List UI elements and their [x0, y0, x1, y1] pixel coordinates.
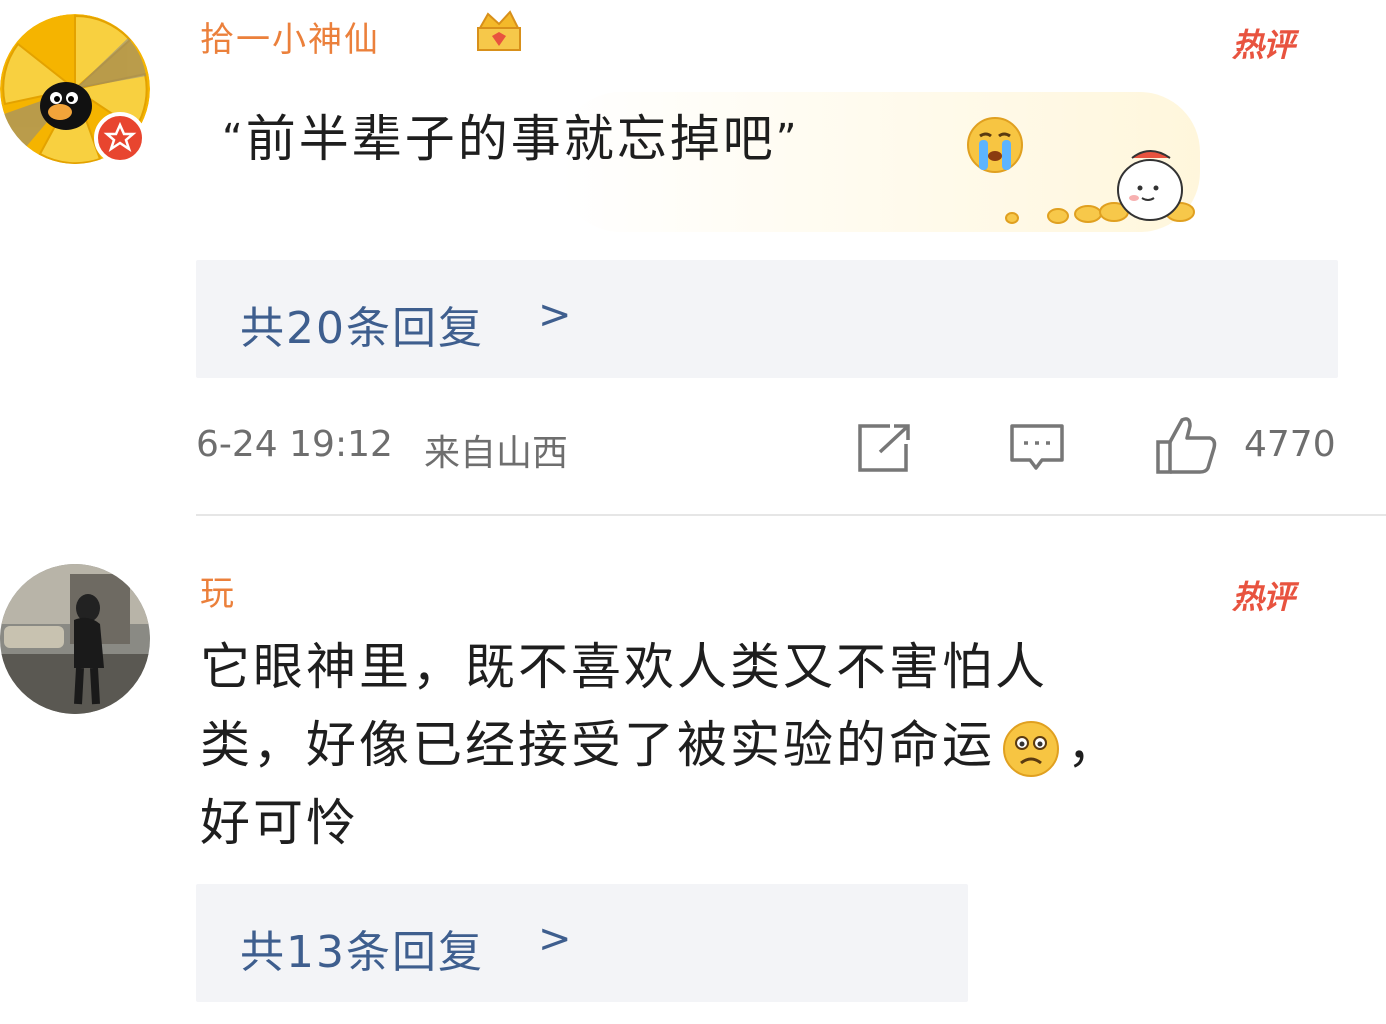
like-count: 4770: [1244, 424, 1336, 465]
comment-line-1: 它眼神里，既不喜欢人类又不害怕人: [200, 638, 1048, 696]
replies-link[interactable]: 共20条回复: [240, 292, 484, 356]
comment-body: 前半辈子的事就忘掉吧: [245, 110, 776, 168]
chevron-right-icon: >: [538, 292, 574, 338]
close-quote: ”: [775, 116, 800, 162]
avatar-image: [0, 564, 150, 714]
replies-link[interactable]: 共13条回复: [240, 916, 484, 980]
comment-divider: [196, 514, 1386, 516]
hot-comment-badge: 热评: [1232, 578, 1295, 616]
comment-text: 它眼神里，既不喜欢人类又不害怕人 类，好像已经接受了被实验的命运 ， 好可怜: [200, 628, 1120, 862]
sad-face-icon: [1001, 719, 1061, 779]
replies-box[interactable]: 共13条回复 >: [196, 884, 968, 1002]
comment-line-2-tail: ，: [1067, 716, 1120, 774]
user-avatar[interactable]: [0, 564, 150, 714]
like-thumbs-up-icon[interactable]: [1154, 414, 1220, 476]
verified-badge-icon: [94, 112, 146, 164]
open-quote: “: [222, 116, 246, 162]
crown-icon: [470, 6, 528, 58]
comment-line-2: 类，好像已经接受了被实验的命运 ，: [200, 706, 1120, 784]
share-icon[interactable]: [856, 422, 914, 474]
hot-comment-badge: 热评: [1232, 26, 1295, 64]
replies-box[interactable]: 共20条回复 >: [196, 260, 1338, 378]
mascot-sticker-icon: [1000, 140, 1210, 232]
comment-location: 来自山西: [424, 433, 569, 474]
chevron-right-icon: >: [538, 916, 574, 962]
comment-timestamp: 6-24 19:12: [196, 424, 393, 465]
comment-text: “前半辈子的事就忘掉吧”: [222, 100, 799, 178]
username[interactable]: 拾一小神仙: [200, 12, 380, 61]
comment-line-3: 好可怜: [200, 794, 359, 852]
comment-icon[interactable]: [1008, 422, 1066, 474]
comment-line-2-text: 类，好像已经接受了被实验的命运: [200, 716, 995, 774]
username[interactable]: 玩: [200, 566, 236, 615]
